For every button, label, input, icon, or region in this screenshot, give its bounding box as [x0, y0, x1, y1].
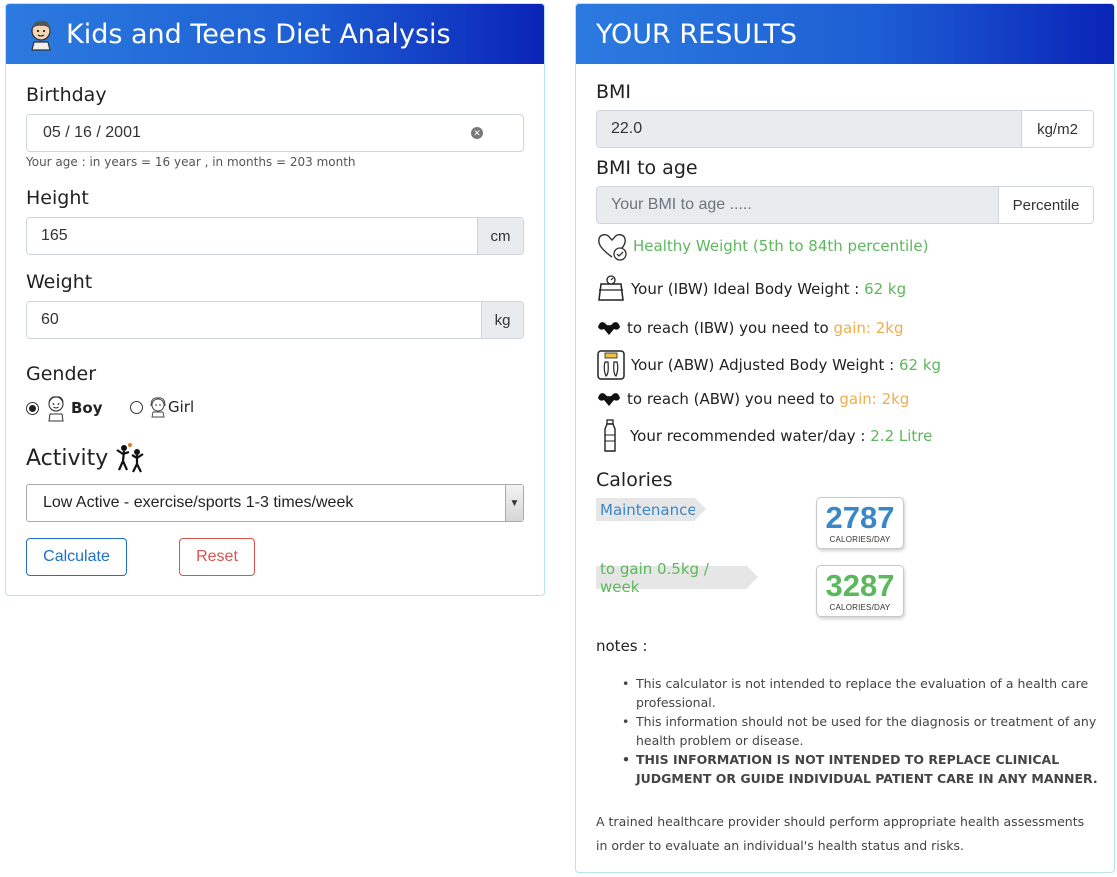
gain-calories-value: 3287: [825, 568, 895, 603]
height-input[interactable]: 165: [27, 218, 477, 254]
maintenance-calories-unit: CALORIES/DAY: [829, 535, 891, 544]
water-line: Your recommended water/day : 2.2 Litre: [602, 419, 932, 453]
radio-selected-icon[interactable]: [26, 401, 39, 415]
abw-reach-prefix: to reach (ABW) you need to: [627, 390, 835, 408]
muscle-arm-icon: [598, 322, 620, 335]
abw-line: Your (ABW) Adjusted Body Weight : 62 kg: [596, 349, 941, 381]
boy-icon: [48, 396, 64, 422]
abw-reach-line: to reach (ABW) you need to gain: 2kg: [596, 388, 909, 410]
abw-prefix: Your (ABW) Adjusted Body Weight :: [631, 356, 895, 374]
water-bottle-icon: [604, 419, 616, 452]
notes-title: notes :: [596, 637, 648, 655]
ibw-value: 62 kg: [864, 280, 907, 298]
weight-label: Weight: [26, 271, 93, 293]
weight-unit: kg: [481, 302, 523, 338]
percentile-unit: Percentile: [998, 187, 1093, 223]
height-label: Height: [26, 187, 89, 209]
activity-select[interactable]: Low Active - exercise/sports 1-3 times/w…: [26, 484, 524, 522]
maintenance-calories-value: 2787: [825, 500, 895, 535]
bmi-input-group: 22.0 kg/m2: [596, 110, 1094, 148]
footer-note: A trained healthcare provider should per…: [596, 814, 1085, 853]
muscle-arm-icon: [598, 393, 620, 406]
results-title: YOUR RESULTS: [596, 18, 798, 50]
ibw-reach-value: gain: 2kg: [833, 319, 904, 337]
activity-heading: Activity: [26, 442, 146, 474]
note-item: THIS INFORMATION IS NOT INTENDED TO REPL…: [622, 750, 1102, 788]
bmi-value: 22.0: [597, 111, 1021, 147]
abw-value: 62 kg: [899, 356, 942, 374]
girl-label: Girl: [168, 398, 195, 416]
gender-boy-radio[interactable]: Boy: [26, 394, 103, 422]
boy-label: Boy: [71, 399, 103, 417]
notes-list: This calculator is not intended to repla…: [622, 674, 1102, 788]
ibw-line: Your (IBW) Ideal Body Weight : 62 kg: [596, 274, 906, 304]
ibw-prefix: Your (IBW) Ideal Body Weight :: [631, 280, 860, 298]
diet-analysis-panel: Kids and Teens Diet Analysis Birthday 05…: [5, 3, 545, 596]
gender-girl-radio[interactable]: Girl: [130, 396, 194, 418]
bmi-to-age-placeholder: Your BMI to age .....: [611, 196, 752, 213]
weight-input[interactable]: 60: [27, 302, 481, 338]
panel-header: Kids and Teens Diet Analysis: [6, 4, 544, 64]
abw-reach-value: gain: 2kg: [839, 390, 910, 408]
maintenance-calories-box: 2787 CALORIES/DAY: [816, 497, 904, 549]
gain-calories-box: 3287 CALORIES/DAY: [816, 565, 904, 617]
gain-tag: to gain 0.5kg / week: [596, 560, 758, 596]
results-panel: YOUR RESULTS BMI 22.0 kg/m2 BMI to age Y…: [575, 3, 1115, 873]
bmi-to-age-input: Your BMI to age .....: [597, 187, 998, 223]
age-note: Your age : in years = 16 year , in month…: [26, 155, 356, 169]
boy-face-icon: [31, 20, 51, 51]
calculate-button[interactable]: Calculate: [26, 538, 127, 576]
birthday-value[interactable]: 05 / 16 / 2001: [27, 115, 471, 151]
chevron-down-icon[interactable]: ▼: [505, 485, 523, 521]
radio-unselected-icon[interactable]: [130, 400, 143, 414]
bmi-to-age-label: BMI to age: [596, 157, 698, 179]
note-item: This calculator is not intended to repla…: [622, 674, 1102, 712]
reset-button[interactable]: Reset: [179, 538, 255, 576]
clear-date-icon[interactable]: ✕: [471, 127, 483, 139]
girl-icon: [150, 397, 166, 418]
scale-icon: [598, 275, 624, 301]
gain-calories-unit: CALORIES/DAY: [829, 603, 891, 612]
heart-check-icon: [598, 234, 627, 261]
birthday-date-input[interactable]: 05 / 16 / 2001 ✕: [26, 114, 524, 152]
weight-status: Healthy Weight (5th to 84th percentile): [596, 230, 928, 262]
height-unit: cm: [477, 218, 523, 254]
note-item: This information should not be used for …: [622, 712, 1102, 750]
weighing-scale-feet-icon: [597, 350, 625, 380]
bmi-unit: kg/m2: [1021, 111, 1093, 147]
ibw-reach-prefix: to reach (IBW) you need to: [627, 319, 829, 337]
activity-label: Activity: [26, 445, 109, 471]
birthday-label: Birthday: [26, 84, 107, 106]
water-value: 2.2 Litre: [870, 427, 933, 445]
page-title: Kids and Teens Diet Analysis: [66, 18, 451, 50]
gender-label: Gender: [26, 363, 97, 385]
weight-input-group: 60 kg: [26, 301, 524, 339]
bmi-label: BMI: [596, 81, 632, 103]
water-prefix: Your recommended water/day :: [630, 427, 866, 445]
status-text: Healthy Weight (5th to 84th percentile): [633, 237, 929, 255]
height-input-group: 165 cm: [26, 217, 524, 255]
calories-label: Calories: [596, 469, 673, 491]
ibw-reach-line: to reach (IBW) you need to gain: 2kg: [596, 317, 903, 339]
dancing-kids-icon: [116, 443, 144, 473]
bmi-to-age-input-group: Your BMI to age ..... Percentile: [596, 186, 1094, 224]
results-header: YOUR RESULTS: [576, 4, 1114, 64]
maintenance-tag: Maintenance: [596, 498, 706, 521]
activity-selected-value: Low Active - exercise/sports 1-3 times/w…: [43, 494, 354, 511]
